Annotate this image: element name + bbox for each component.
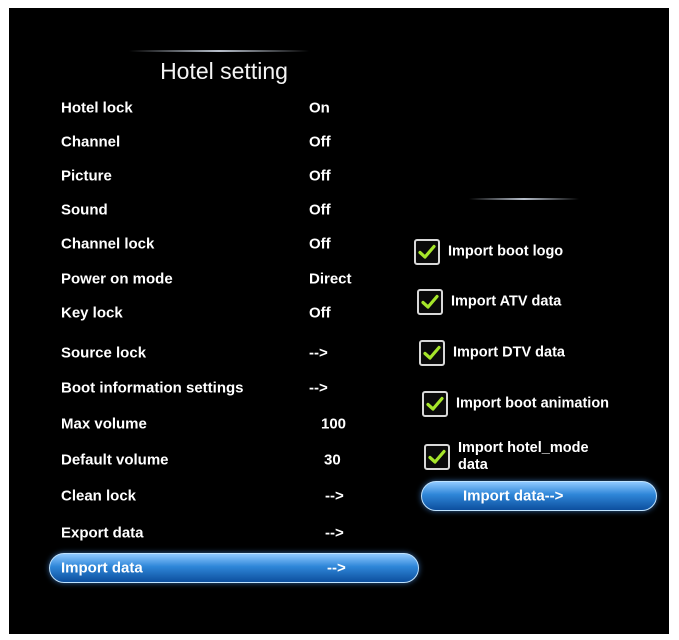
menu-item-label: Export data xyxy=(61,524,144,542)
check-icon xyxy=(428,449,446,464)
menu-item-label: Power on mode xyxy=(61,270,173,288)
menu-item-max-volume[interactable]: Max volume 100 xyxy=(9,408,429,440)
check-icon xyxy=(418,244,436,259)
menu-item-label: Import data xyxy=(61,559,143,577)
menu-item-value: Off xyxy=(309,235,331,253)
menu-item-value: 100 xyxy=(321,415,347,433)
option-label: Import hotel_mode data xyxy=(458,440,589,474)
checkbox[interactable] xyxy=(422,391,448,417)
checkbox[interactable] xyxy=(419,340,445,366)
menu-item-value: Direct xyxy=(309,270,352,288)
option-label: Import ATV data xyxy=(451,293,562,310)
menu-item-label: Max volume xyxy=(61,415,147,433)
checkbox[interactable] xyxy=(414,239,440,265)
menu-item-label: Boot information settings xyxy=(61,379,244,397)
menu-item-channel-lock[interactable]: Channel lock Off xyxy=(9,228,429,260)
menu-item-label: Channel lock xyxy=(61,235,155,253)
menu-item-value: Off xyxy=(309,167,331,185)
menu-item-value: On xyxy=(309,99,330,117)
menu-item-hotel-lock[interactable]: Hotel lock On xyxy=(9,92,429,124)
menu-item-value: Off xyxy=(309,201,331,219)
menu-item-label: Picture xyxy=(61,167,112,185)
menu-item-clean-lock[interactable]: Clean lock --> xyxy=(9,480,429,512)
option-label-line2: data xyxy=(458,457,488,473)
option-label: Import boot logo xyxy=(448,243,564,260)
menu-item-arrow: --> xyxy=(309,344,328,362)
title-divider xyxy=(129,50,309,52)
import-atv-data-option[interactable]: Import ATV data xyxy=(417,285,657,319)
import-boot-logo-option[interactable]: Import boot logo xyxy=(414,235,654,269)
import-boot-animation-option[interactable]: Import boot animation xyxy=(422,387,662,421)
menu-item-label: Hotel lock xyxy=(61,99,133,117)
checkbox[interactable] xyxy=(424,444,450,470)
menu-item-default-volume[interactable]: Default volume 30 xyxy=(9,444,429,476)
import-data-button[interactable]: Import data--> xyxy=(421,481,657,511)
tv-screen: Hotel setting Hotel lock On Channel Off … xyxy=(9,8,669,634)
menu-item-value: 30 xyxy=(324,451,341,469)
menu-item-label: Channel xyxy=(61,133,121,151)
panel-divider xyxy=(469,198,579,200)
menu-item-arrow: --> xyxy=(325,524,344,542)
checkbox[interactable] xyxy=(417,289,443,315)
menu-item-label: Clean lock xyxy=(61,487,137,505)
option-label-line1: Import hotel_mode xyxy=(458,440,589,456)
menu-item-channel[interactable]: Channel Off xyxy=(9,126,429,158)
menu-item-key-lock[interactable]: Key lock Off xyxy=(9,297,429,329)
menu-item-sound[interactable]: Sound Off xyxy=(9,194,429,226)
menu-item-export-data[interactable]: Export data --> xyxy=(9,517,429,549)
import-dtv-data-option[interactable]: Import DTV data xyxy=(419,336,659,370)
menu-item-arrow: --> xyxy=(309,379,328,397)
menu-item-arrow: --> xyxy=(327,559,346,577)
menu-item-import-data[interactable]: Import data --> xyxy=(49,553,419,583)
menu-item-power-on-mode[interactable]: Power on mode Direct xyxy=(9,263,429,295)
menu-item-value: Off xyxy=(309,133,331,151)
menu-item-arrow: --> xyxy=(325,487,344,505)
import-data-button-label: Import data--> xyxy=(463,487,564,505)
menu-item-label: Source lock xyxy=(61,344,147,362)
menu-item-label: Default volume xyxy=(61,451,169,469)
page-title: Hotel setting xyxy=(160,58,288,84)
check-icon xyxy=(421,294,439,309)
option-label: Import boot animation xyxy=(456,395,610,412)
menu-item-value: Off xyxy=(309,304,331,322)
menu-item-source-lock[interactable]: Source lock --> xyxy=(9,337,429,369)
menu-item-label: Sound xyxy=(61,201,108,219)
check-icon xyxy=(426,396,444,411)
menu-item-label: Key lock xyxy=(61,304,123,322)
menu-item-picture[interactable]: Picture Off xyxy=(9,160,429,192)
option-label: Import DTV data xyxy=(453,344,565,361)
check-icon xyxy=(423,345,441,360)
menu-item-boot-information-settings[interactable]: Boot information settings --> xyxy=(9,372,429,404)
import-hotel-mode-data-option[interactable]: Import hotel_mode data xyxy=(424,439,664,475)
